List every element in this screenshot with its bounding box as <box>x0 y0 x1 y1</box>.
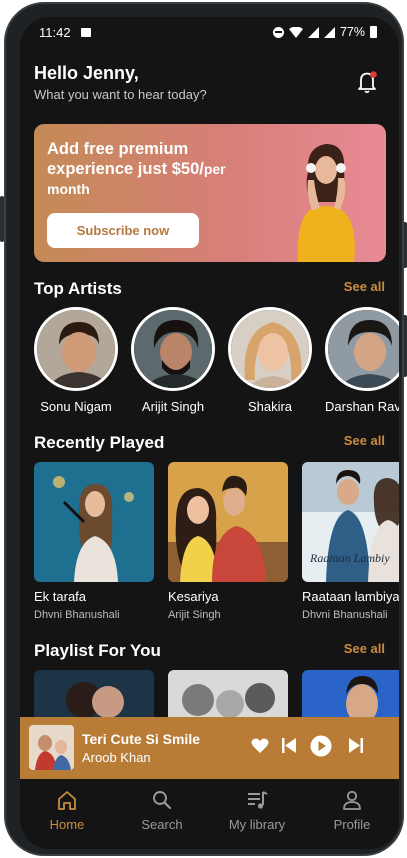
status-icons: 77% <box>272 25 377 39</box>
now-playing-artwork <box>29 725 74 770</box>
nav-label: Profile <box>333 817 371 832</box>
artist-name: Sonu Nigam <box>40 399 112 414</box>
greeting-title: Hello Jenny, <box>34 63 139 83</box>
banner-line-2: experience just $50/ <box>47 160 204 178</box>
playlist-see-all[interactable]: See all <box>344 641 385 656</box>
song-artist: Arijit Singh <box>168 609 221 621</box>
library-icon <box>248 791 268 809</box>
phone-frame: 11:42 77% Hello Jenny, What you want to … <box>4 2 404 856</box>
artist-name: Arijit Singh <box>141 399 205 414</box>
signal-icon <box>307 26 319 38</box>
recently-played-title: Recently Played <box>34 433 165 452</box>
song-card[interactable]: Ek tarafa Dhvni Bhanushali <box>34 462 154 621</box>
heart-icon[interactable] <box>251 737 269 754</box>
artist-card[interactable]: Arijit Singh <box>131 307 215 414</box>
song-artist: Dhvni Bhanushali <box>34 609 120 621</box>
artwork-title: Raataan Lambiy <box>309 551 390 565</box>
dnd-icon <box>272 26 284 38</box>
recently-played-row: Ek tarafa Dhvni Bhanushali Kesariya Arij… <box>34 462 399 622</box>
artist-card[interactable]: Sonu Nigam <box>34 307 118 414</box>
greeting: Hello Jenny, What you want to hear today… <box>34 63 207 102</box>
song-artwork: Raataan Lambiy <box>302 462 399 582</box>
profile-icon <box>343 790 361 810</box>
bottom-nav: Home Search My library Profile <box>20 779 399 849</box>
search-icon <box>153 791 172 810</box>
status-bar: 11:42 77% <box>20 17 399 49</box>
premium-banner: Add free premium experience just $50/per… <box>34 124 386 262</box>
nav-label: Search <box>141 817 183 832</box>
battery-percent: 77% <box>339 25 365 39</box>
artist-name: Darshan Raval <box>325 399 399 414</box>
song-title: Raataan lambiyan <box>302 589 399 604</box>
subscribe-button[interactable]: Subscribe now <box>47 213 199 248</box>
banner-line-2-small: per <box>203 161 226 177</box>
home-icon <box>58 791 76 810</box>
song-artist: Dhvni Bhanushali <box>302 609 388 621</box>
artist-card[interactable]: Darshan Raval <box>325 307 399 414</box>
wifi-icon <box>288 26 303 38</box>
song-card[interactable]: Raataan Lambiy Raataan lambiyan Dhvni Bh… <box>302 462 399 621</box>
avatar <box>228 307 312 391</box>
nav-label: My library <box>228 817 286 832</box>
previous-icon[interactable] <box>281 737 297 754</box>
banner-text: Add free premium experience just $50/per… <box>47 139 247 199</box>
image-notification-icon <box>81 28 91 37</box>
top-artists-see-all[interactable]: See all <box>344 279 385 294</box>
playlist-title: Playlist For You <box>34 641 161 660</box>
avatar <box>131 307 215 391</box>
banner-line-3: month <box>47 181 90 197</box>
avatar <box>325 307 399 391</box>
banner-line-1: Add free premium <box>47 140 189 158</box>
now-playing-title: Teri Cute Si Smile <box>82 731 200 747</box>
signal-icon-2 <box>323 26 335 38</box>
play-icon[interactable] <box>310 735 332 757</box>
battery-icon <box>370 26 377 38</box>
greeting-subtitle: What you want to hear today? <box>34 87 207 102</box>
nav-search[interactable]: Search <box>122 789 202 832</box>
song-title: Ek tarafa <box>34 589 87 604</box>
avatar <box>34 307 118 391</box>
nav-label: Home <box>49 817 85 832</box>
nav-profile[interactable]: Profile <box>312 789 392 832</box>
recently-played-see-all[interactable]: See all <box>344 433 385 448</box>
song-card[interactable]: Kesariya Arijit Singh <box>168 462 288 621</box>
nav-home[interactable]: Home <box>27 789 107 832</box>
song-artwork <box>168 462 288 582</box>
bell-icon[interactable] <box>357 70 379 94</box>
song-title: Kesariya <box>168 589 219 604</box>
nav-my-library[interactable]: My library <box>217 789 297 832</box>
top-artists-title: Top Artists <box>34 279 122 298</box>
app-screen: 11:42 77% Hello Jenny, What you want to … <box>20 17 399 849</box>
next-icon[interactable] <box>348 737 364 754</box>
status-time: 11:42 <box>39 25 71 40</box>
artists-row: Sonu Nigam Arijit Singh Shakira Darshan … <box>34 307 399 417</box>
artist-card[interactable]: Shakira <box>228 307 312 414</box>
banner-model-image <box>297 144 355 262</box>
artist-name: Shakira <box>247 399 293 414</box>
now-playing-artist: Aroob Khan <box>82 750 151 765</box>
song-artwork <box>34 462 154 582</box>
mini-player[interactable]: Teri Cute Si Smile Aroob Khan <box>20 717 399 779</box>
